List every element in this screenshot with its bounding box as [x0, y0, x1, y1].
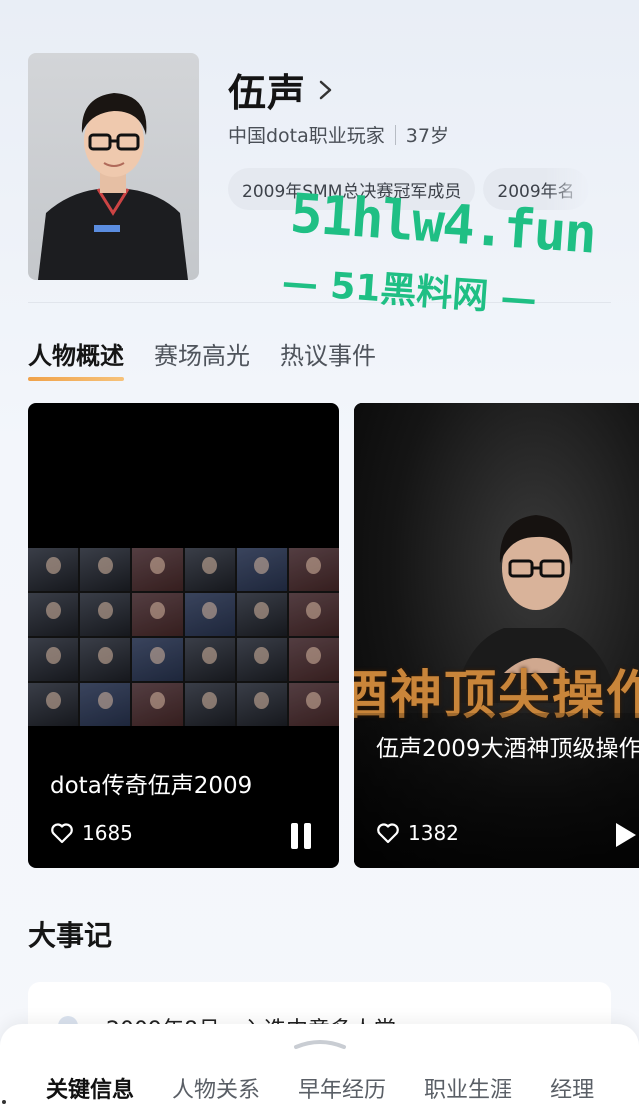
play-icon[interactable] — [616, 823, 636, 847]
like-count[interactable]: 1382 — [376, 821, 459, 845]
heart-icon — [51, 823, 73, 844]
like-count-value: 1382 — [408, 821, 459, 845]
tab-overview[interactable]: 人物概述 — [28, 336, 124, 381]
sheet-handle-icon[interactable] — [292, 1036, 348, 1050]
nav-key-info[interactable]: 关键信息 — [46, 1072, 134, 1104]
nav-experience[interactable]: 经理 — [550, 1072, 594, 1104]
tab-hot-topics[interactable]: 热议事件 — [280, 336, 376, 371]
bottom-sheet: 关键信息 人物关系 早年经历 职业生涯 经理 — [0, 1024, 639, 1109]
like-count[interactable]: 1685 — [50, 821, 133, 845]
video-thumbnail-collage — [28, 548, 339, 726]
profile-subline: 中国dota职业玩家 37岁 — [228, 121, 449, 148]
profile-photo[interactable] — [28, 53, 199, 280]
profile-name: 伍声 — [228, 70, 307, 115]
video-title: 伍声2009大酒神顶级操作 — [376, 736, 639, 762]
nav-career[interactable]: 职业生涯 — [424, 1072, 512, 1104]
nav-relationships[interactable]: 人物关系 — [172, 1072, 260, 1104]
tab-highlights[interactable]: 赛场高光 — [154, 336, 250, 371]
video-title: dota传奇伍声2009 — [50, 773, 253, 799]
heart-icon — [377, 823, 399, 844]
video-card[interactable]: dota传奇伍声2009 1685 — [28, 403, 339, 868]
section-tabs: 人物概述 赛场高光 热议事件 — [28, 336, 376, 381]
video-card[interactable]: 酒神顶尖操作 伍声2009大酒神顶级操作 1382 — [354, 403, 639, 868]
chevron-right-icon — [319, 80, 332, 99]
pause-icon[interactable] — [291, 823, 317, 849]
watermark-site-name: — 51黑料网 — — [280, 262, 539, 321]
person-photo-illustration — [38, 93, 188, 280]
like-count-value: 1685 — [82, 821, 133, 845]
subline-divider — [394, 124, 396, 145]
profile-title: 中国dota职业玩家 — [228, 125, 385, 147]
profile-age: 37岁 — [405, 125, 449, 147]
nav-early-life[interactable]: 早年经历 — [298, 1072, 386, 1104]
bottom-section-nav: 关键信息 人物关系 早年经历 职业生涯 经理 — [46, 1072, 594, 1104]
profile-name-row[interactable]: 伍声 — [228, 62, 336, 117]
milestones-title: 大事记 — [28, 919, 113, 952]
edge-dot — [2, 1100, 6, 1104]
